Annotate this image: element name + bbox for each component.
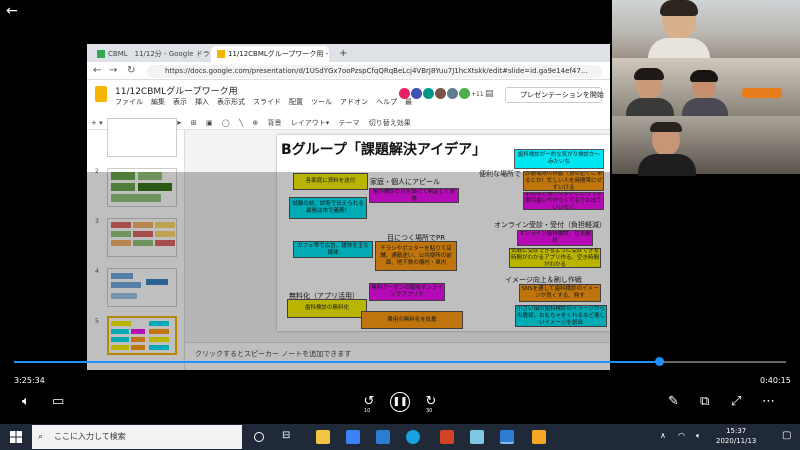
notifications-icon[interactable]: ▢ — [782, 430, 791, 441]
wifi-icon[interactable]: ◠ — [678, 431, 685, 440]
avatar — [447, 88, 458, 99]
avatar — [411, 88, 422, 99]
menu-slide[interactable]: スライド — [253, 98, 281, 106]
textbox-icon[interactable]: ⊞ — [191, 119, 197, 127]
skip-forward-label: 30 — [426, 408, 433, 414]
folder-icon[interactable] — [532, 430, 546, 444]
shape-icon[interactable]: ◯ — [222, 119, 230, 127]
doc-title[interactable]: 11/12CBMLグループワーク用 — [115, 84, 238, 97]
more-options-icon[interactable]: ⋯ — [762, 394, 775, 410]
collab-count: +11 — [471, 91, 484, 98]
pause-button[interactable]: ❚❚ — [390, 392, 410, 412]
miniview-icon[interactable]: ⧉ — [700, 394, 709, 410]
back-arrow-icon[interactable]: ← — [6, 2, 18, 20]
layout-button[interactable]: レイアウト▾ — [291, 119, 330, 127]
background-button[interactable]: 背景 — [268, 119, 282, 127]
menu-bar: ファイル 編集 表示 挿入 表示形式 スライド 配置 ツール アドオン ヘルプ最 — [115, 97, 420, 107]
movies-tv-icon[interactable] — [500, 430, 514, 444]
participant-hair — [650, 122, 682, 132]
tab-bar: CBML 11/12分 - Google ドライブ 11/12CBMLグループワ… — [87, 44, 610, 62]
menu-edit[interactable]: 編集 — [151, 98, 165, 106]
drive-icon — [97, 50, 105, 58]
participant-body — [638, 154, 696, 176]
forward-icon[interactable]: → — [109, 64, 117, 78]
menu-arrange[interactable]: 配置 — [289, 98, 303, 106]
participant-hair — [660, 0, 698, 16]
menu-insert[interactable]: 挿入 — [195, 98, 209, 106]
new-slide-icon[interactable]: + ▾ — [91, 119, 103, 127]
webcam-participant-1[interactable] — [612, 0, 800, 68]
skip-forward-button[interactable]: ↻ 30 — [422, 394, 440, 414]
reload-icon[interactable]: ↻ — [127, 64, 135, 78]
new-tab-button[interactable]: + — [333, 46, 353, 62]
tray-chevron-icon[interactable]: ∧ — [660, 431, 666, 440]
app-icon[interactable] — [470, 430, 484, 444]
participant-hair — [634, 68, 664, 80]
participant-body — [682, 98, 728, 118]
avatar — [399, 88, 410, 99]
transition-button[interactable]: 切り替え効果 — [369, 119, 411, 127]
search-icon: ⌕ — [38, 432, 44, 442]
webcam-participant-3[interactable] — [612, 116, 800, 176]
tab-slides[interactable]: 11/12CBMLグループワーク用 - Goo — [211, 46, 329, 62]
menu-view[interactable]: 表示 — [173, 98, 187, 106]
search-placeholder: ここに入力して検索 — [54, 432, 126, 441]
slides-icon — [217, 50, 225, 58]
player-overlay — [87, 172, 610, 370]
skip-back-button[interactable]: ↺ 10 — [360, 394, 378, 414]
seek-bar-fill — [14, 361, 659, 363]
seek-knob[interactable] — [654, 357, 664, 366]
present-button[interactable]: プレゼンテーションを開始 — [505, 87, 604, 103]
windows-start-icon[interactable] — [10, 431, 22, 443]
webcam-participant-2[interactable] — [612, 58, 800, 118]
taskbar-clock[interactable]: 15:37 2020/11/13 — [716, 426, 756, 446]
comment-add-icon[interactable]: ⊕ — [252, 119, 258, 127]
avatar — [423, 88, 434, 99]
taskbar-search[interactable]: ⌕ ここに入力して検索 — [32, 425, 242, 449]
mail-icon[interactable] — [376, 430, 390, 444]
volume-icon[interactable]: 🔈︎ — [22, 394, 30, 410]
participant-hair — [690, 70, 718, 82]
edit-icon[interactable]: ✎ — [668, 394, 679, 410]
url-field[interactable]: https://docs.google.com/presentation/d/1… — [147, 65, 602, 78]
menu-addons[interactable]: アドオン — [340, 98, 368, 106]
subtitles-icon[interactable]: ▭ — [52, 394, 64, 410]
powerpoint-icon[interactable] — [440, 430, 454, 444]
slides-logo-icon[interactable] — [95, 86, 107, 102]
line-icon[interactable]: ╲ — [239, 119, 243, 127]
volume-tray-icon[interactable]: 🔈︎ — [696, 431, 701, 441]
chair — [742, 88, 782, 98]
image-icon[interactable]: ▣ — [206, 119, 213, 127]
collaborator-avatars[interactable]: +11 — [399, 88, 484, 102]
store-icon[interactable] — [346, 430, 360, 444]
task-view-icon[interactable]: ⊟ — [282, 430, 296, 444]
sticky-note[interactable]: 歯科検診が一的な気がり検診か～みたいな — [514, 149, 604, 169]
tab-google-drive[interactable]: CBML 11/12分 - Google ドライブ — [91, 46, 209, 62]
skip-back-label: 10 — [364, 408, 371, 414]
cortana-icon[interactable] — [254, 432, 264, 442]
avatar — [459, 88, 470, 99]
clock-date: 2020/11/13 — [716, 437, 757, 445]
avatar — [435, 88, 446, 99]
menu-file[interactable]: ファイル — [115, 98, 143, 106]
slide-thumbnail[interactable] — [107, 118, 177, 157]
clock-time: 15:37 — [726, 427, 747, 435]
edge-icon[interactable] — [406, 430, 420, 444]
file-explorer-icon[interactable] — [316, 430, 330, 444]
time-elapsed: 3:25:34 — [14, 376, 45, 385]
theme-button[interactable]: テーマ — [339, 119, 360, 127]
back-icon[interactable]: ← — [93, 64, 101, 78]
comments-icon[interactable]: ▤ — [485, 89, 494, 99]
address-bar: ← → ↻ https://docs.google.com/presentati… — [87, 62, 610, 80]
menu-tools[interactable]: ツール — [311, 98, 332, 106]
participant-body — [626, 98, 674, 118]
present-label: プレゼンテーションを開始 — [520, 91, 604, 99]
fullscreen-icon[interactable]: ⤢ — [731, 394, 741, 410]
slide-title[interactable]: Bグループ「課題解決アイデア」 — [281, 139, 486, 159]
menu-format[interactable]: 表示形式 — [217, 98, 245, 106]
menu-help[interactable]: ヘルプ — [376, 98, 397, 106]
time-remaining: 0:40:15 — [760, 376, 791, 385]
